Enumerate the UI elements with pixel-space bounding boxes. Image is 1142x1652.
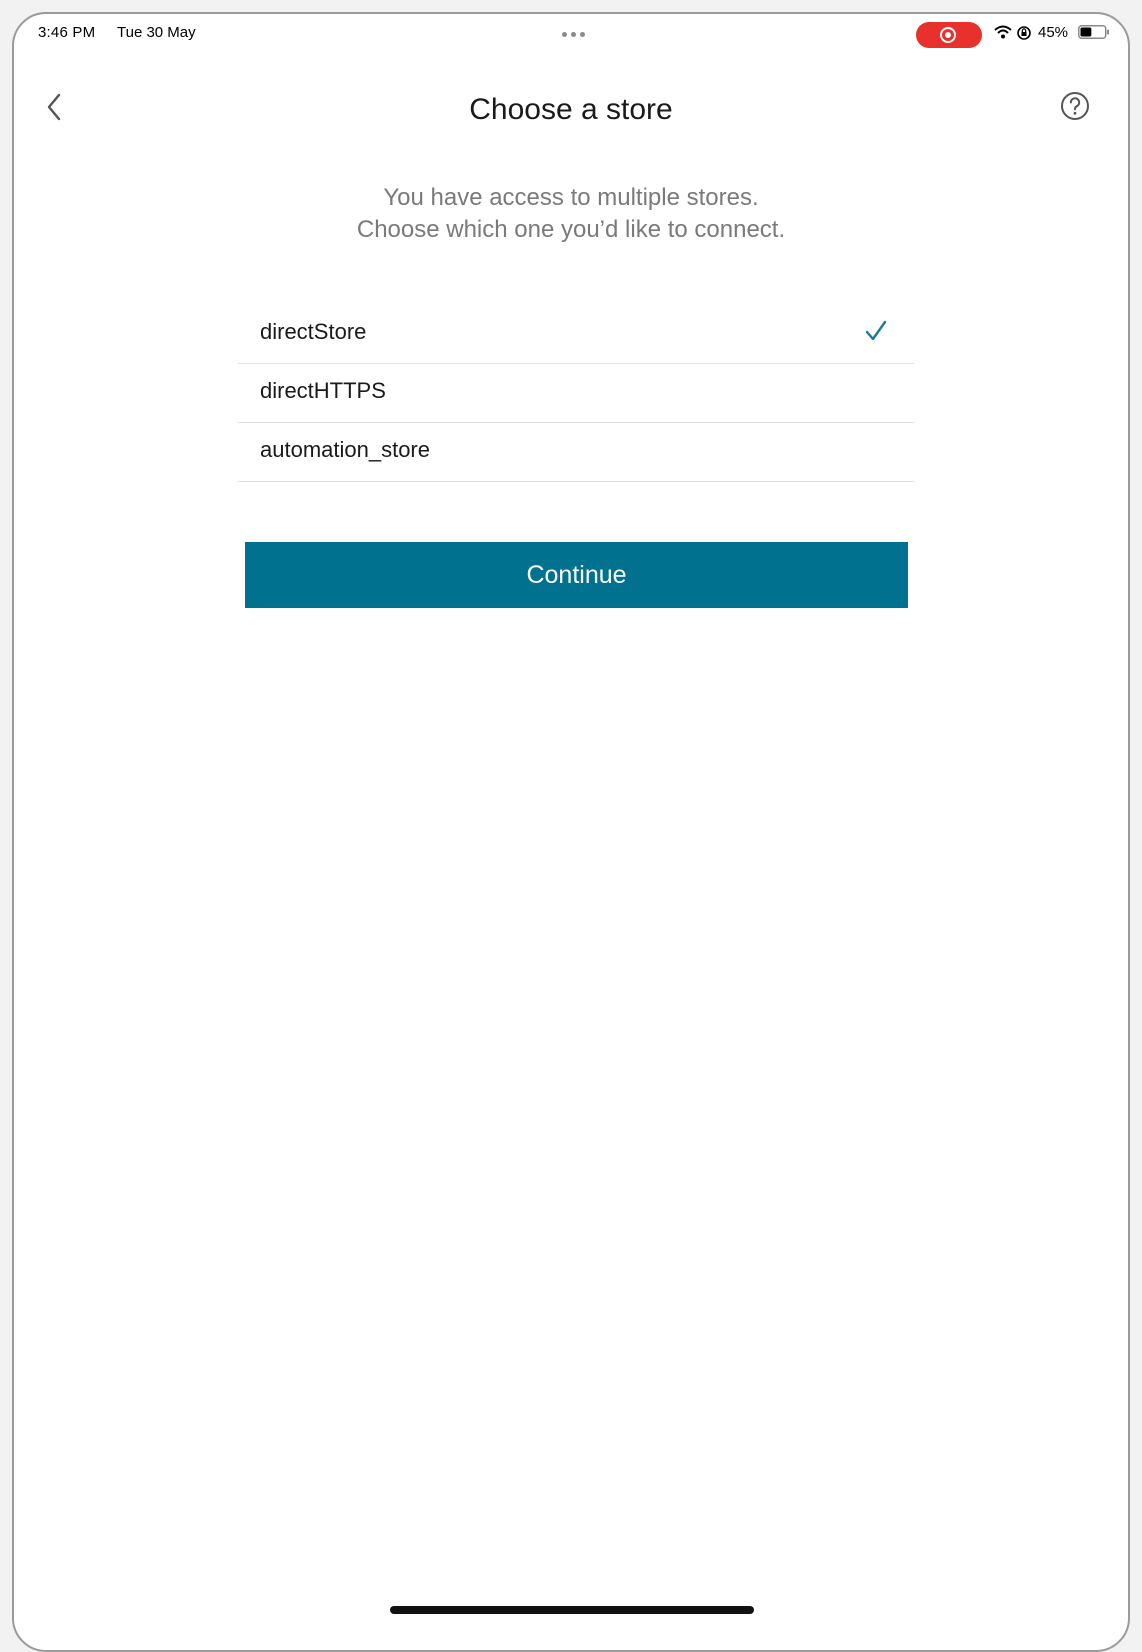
battery-icon	[1078, 25, 1109, 39]
home-indicator[interactable]	[390, 1606, 754, 1614]
store-option-directstore[interactable]: directStore	[238, 305, 914, 364]
screen-rotation-lock-icon	[1017, 26, 1031, 40]
intro-text: You have access to multiple stores. Choo…	[14, 182, 1128, 246]
page-title: Choose a store	[469, 93, 673, 126]
device-frame: 3:46 PM Tue 30 May 45% Choose a store Yo…	[12, 12, 1130, 1652]
store-label: directHTTPS	[260, 378, 386, 403]
store-list: directStore directHTTPS automation_store	[238, 305, 914, 482]
status-time: 3:46 PM	[38, 24, 96, 41]
multitasking-dots-icon[interactable]	[560, 24, 592, 37]
store-option-directhttps[interactable]: directHTTPS	[238, 364, 914, 423]
screen-recording-indicator[interactable]	[916, 22, 982, 48]
record-icon	[940, 27, 956, 43]
continue-button[interactable]: Continue	[245, 542, 908, 608]
store-option-automation-store[interactable]: automation_store	[238, 423, 914, 482]
store-label: directStore	[260, 319, 367, 344]
intro-line-2: Choose which one you’d like to connect.	[356, 216, 786, 243]
help-question-icon[interactable]	[1058, 89, 1092, 123]
intro-line-1: You have access to multiple stores.	[383, 184, 759, 211]
status-date: Tue 30 May	[117, 24, 196, 41]
store-label: automation_store	[260, 437, 430, 462]
checkmark-icon	[865, 320, 887, 341]
battery-percentage: 45%	[1038, 24, 1069, 41]
status-bar: 3:46 PM Tue 30 May 45%	[14, 14, 1128, 54]
wifi-icon	[994, 25, 1012, 39]
